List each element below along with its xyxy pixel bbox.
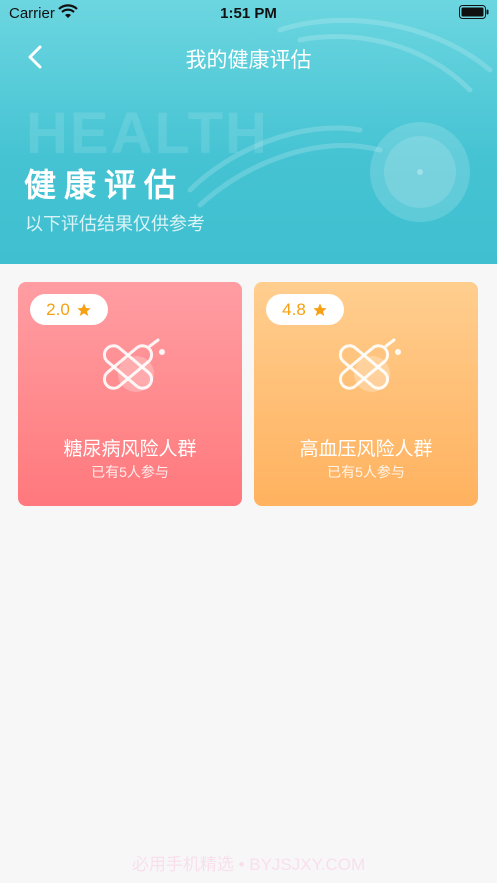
hero-subtitle: 以下评估结果仅供参考 bbox=[25, 214, 205, 234]
card-title: 高血压风险人群 bbox=[299, 439, 433, 460]
status-bar: Carrier 1:51 PM bbox=[0, 0, 497, 26]
header-banner: Carrier 1:51 PM 我的健康评估 HEALTH 健康评估 以下评估结… bbox=[0, 0, 497, 264]
hero-watermark-text: HEALTH bbox=[26, 101, 269, 166]
clock: 1:51 PM bbox=[220, 5, 277, 22]
bandage-syringe-icon bbox=[338, 338, 401, 392]
participant-count: 已有5人参与 bbox=[327, 464, 405, 480]
rating-badge: 4.8 bbox=[266, 294, 344, 325]
assessment-card-hypertension[interactable]: 4.8 高血压风险人群 已有5人参与 bbox=[254, 282, 478, 506]
star-icon bbox=[77, 302, 91, 316]
battery-icon bbox=[459, 5, 489, 19]
assessment-card-diabetes[interactable]: 2.0 糖尿病风险人群 已有5人参与 bbox=[18, 282, 242, 506]
participant-count: 已有5人参与 bbox=[91, 464, 169, 480]
bandage-syringe-icon bbox=[102, 338, 165, 392]
star-icon bbox=[313, 302, 327, 316]
watermark-text: 必用手机精选 • BYJSJXY.COM bbox=[131, 855, 366, 874]
rating-value: 2.0 bbox=[46, 299, 70, 319]
hero-title: 健康评估 bbox=[24, 167, 185, 203]
rating-value: 4.8 bbox=[282, 299, 306, 319]
rating-badge: 2.0 bbox=[30, 294, 108, 325]
card-title: 糖尿病风险人群 bbox=[63, 439, 197, 460]
page-title: 我的健康评估 bbox=[185, 49, 312, 72]
